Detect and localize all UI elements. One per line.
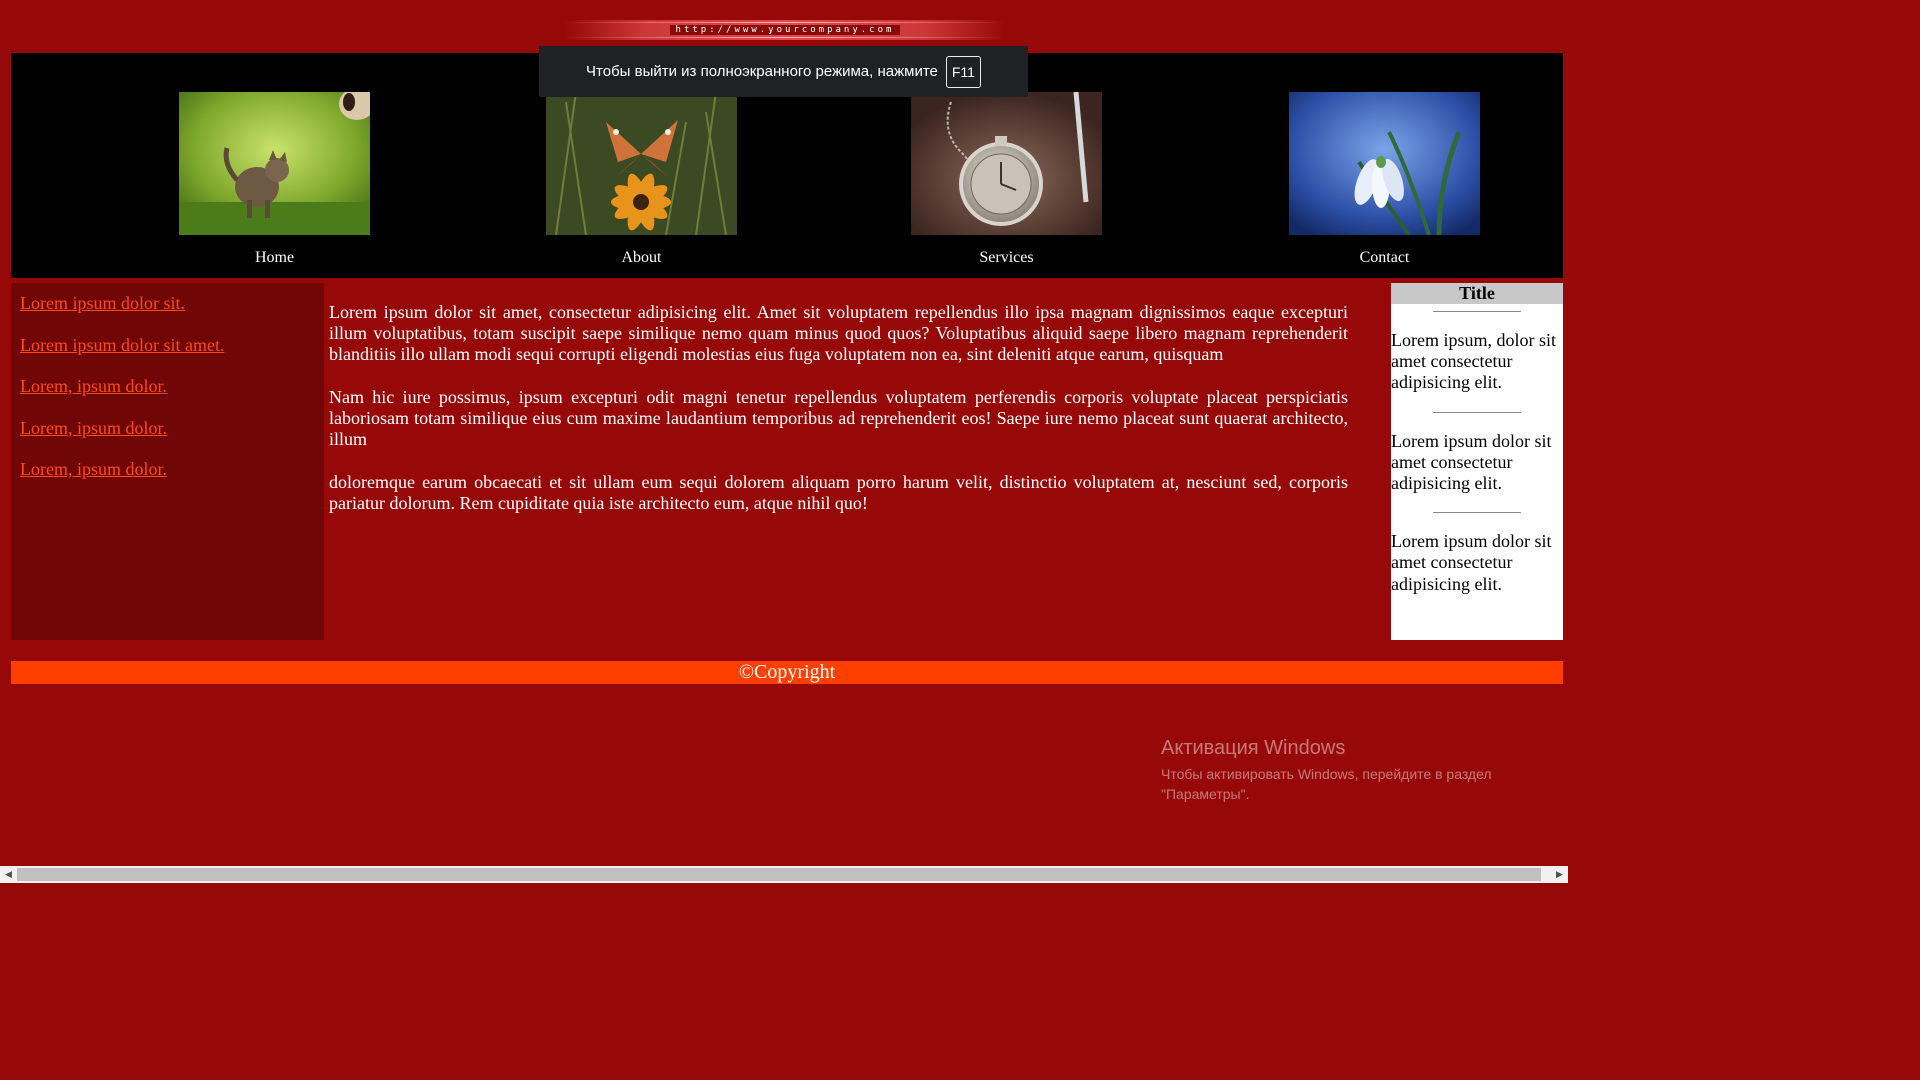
divider	[1433, 512, 1521, 514]
nav-item-services[interactable]: Services	[911, 92, 1102, 267]
sidebar-link-3[interactable]: Lorem, ipsum dolor.	[20, 376, 324, 397]
nav-item-home[interactable]: Home	[179, 92, 370, 267]
main-paragraph-3: doloremque earum obcaecati et sit ullam …	[329, 471, 1348, 513]
scroll-left-arrow-icon[interactable]: ◀	[0, 866, 17, 883]
sidebar-link-4[interactable]: Lorem, ipsum dolor.	[20, 418, 324, 439]
main-paragraph-2: Nam hic iure possimus, ipsum excepturi o…	[329, 386, 1348, 450]
right-sidebar: Title Lorem ipsum, dolor sit amet consec…	[1391, 283, 1563, 640]
windows-activation-watermark: Активация Windows Чтобы активировать Win…	[1161, 736, 1521, 804]
divider	[1433, 311, 1521, 312]
toast-key-f11: F11	[945, 55, 981, 88]
sidebar-link-5[interactable]: Lorem, ipsum dolor.	[20, 459, 324, 480]
right-sidebar-title: Title	[1391, 283, 1563, 304]
nav-label-contact: Contact	[1359, 249, 1410, 266]
sidebar-link-1[interactable]: Lorem ipsum dolor sit.	[20, 293, 324, 314]
left-sidebar: Lorem ipsum dolor sit. Lorem ipsum dolor…	[11, 283, 324, 640]
scrollbar-thumb[interactable]	[17, 868, 1541, 881]
nav-label-services: Services	[979, 249, 1034, 266]
nav-item-contact[interactable]: Contact	[1289, 92, 1480, 267]
watermark-title: Активация Windows	[1161, 737, 1346, 759]
horizontal-scrollbar[interactable]: ◀ ▶	[0, 866, 1568, 883]
watermark-text: Чтобы активировать Windows, перейдите в …	[1161, 766, 1492, 802]
right-sidebar-text-1: Lorem ipsum, dolor sit amet consectetur …	[1391, 330, 1556, 393]
site-url-text: http://www.yourcompany.com	[669, 25, 901, 35]
footer: ©Copyright	[11, 661, 1563, 684]
main-paragraph-1: Lorem ipsum dolor sit amet, consectetur …	[329, 302, 1348, 365]
toast-text: Чтобы выйти из полноэкранного режима, на…	[586, 63, 938, 80]
scroll-right-arrow-icon[interactable]: ▶	[1551, 866, 1568, 883]
fullscreen-exit-toast: Чтобы выйти из полноэкранного режима, на…	[539, 46, 1028, 97]
nav-label-home: Home	[254, 249, 295, 266]
nav-label-about: About	[621, 249, 662, 266]
snowdrop-flower-photo	[1289, 92, 1480, 235]
site-url-banner: http://www.yourcompany.com	[565, 20, 1005, 40]
sidebar-link-2[interactable]: Lorem ipsum dolor sit amet.	[20, 335, 324, 356]
nav-item-about[interactable]: About	[546, 92, 737, 267]
kitten-photo	[179, 92, 370, 235]
divider	[1433, 411, 1521, 413]
right-sidebar-text-2: Lorem ipsum dolor sit amet consectetur a…	[1391, 430, 1552, 494]
copyright-text: ©Copyright	[738, 661, 836, 683]
right-sidebar-text-3: Lorem ipsum dolor sit amet consectetur a…	[1391, 531, 1552, 594]
pocket-watch-photo	[911, 92, 1102, 235]
main-content: Lorem ipsum dolor sit amet, consectetur …	[329, 302, 1348, 535]
butterfly-flower-photo	[546, 92, 737, 235]
